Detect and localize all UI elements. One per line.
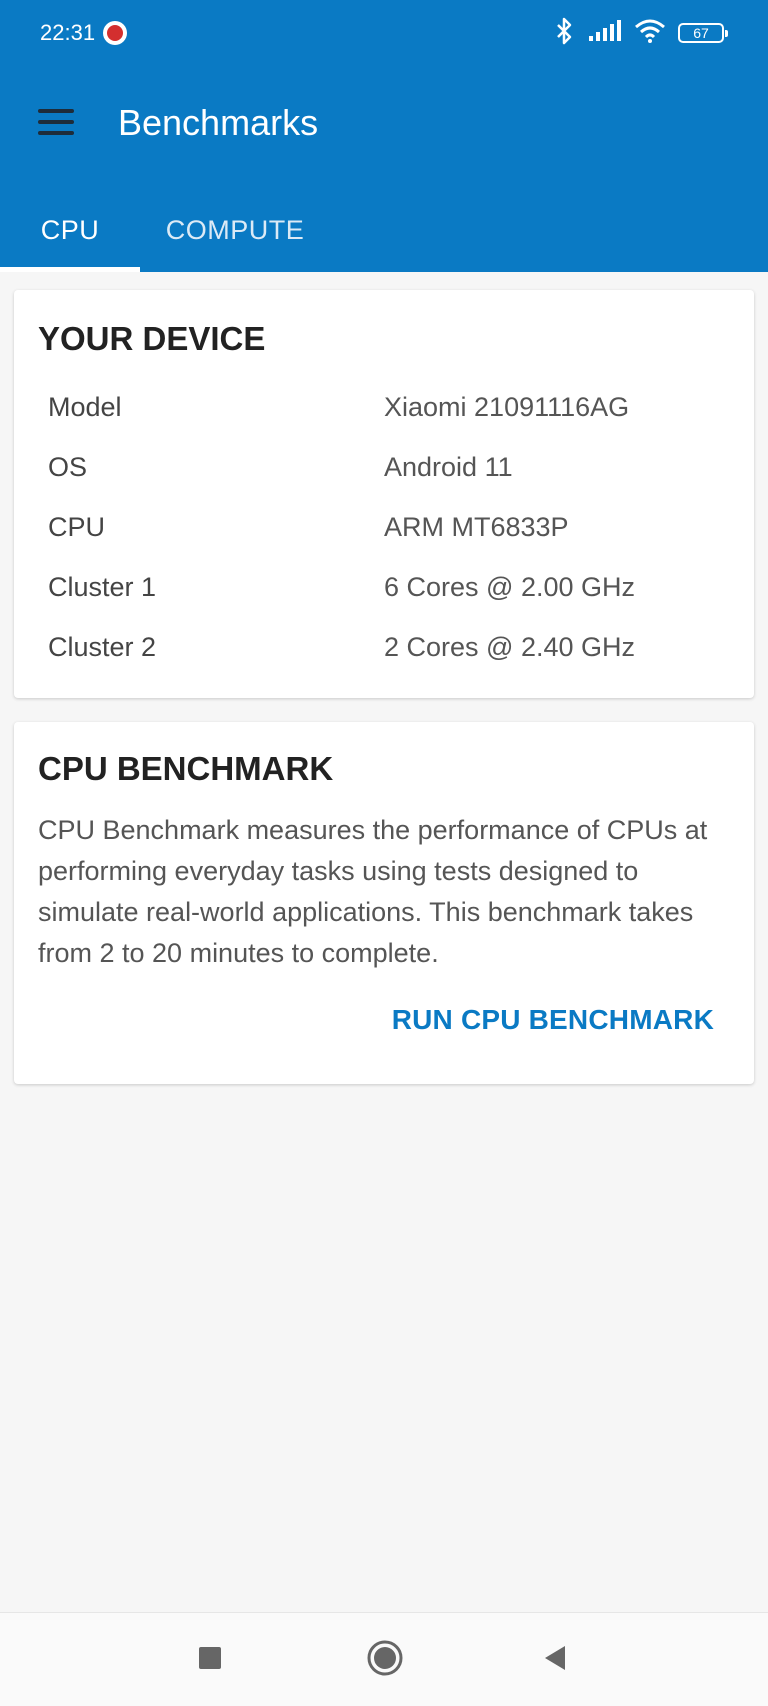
spec-label: CPU [48,512,106,542]
battery-icon: 67 [678,23,728,43]
status-time: 22:31 [40,20,96,45]
spec-row-cpu: CPU ARM MT6833P [14,512,754,552]
hamburger-menu-icon[interactable] [36,106,76,138]
spec-row-os: OS Android 11 [14,452,754,492]
spec-row-cluster-1: Cluster 1 6 Cores @ 2.00 GHz [14,572,754,612]
status-right: 67 [554,17,728,50]
device-info-card: YOUR DEVICE Model Xiaomi 21091116AG OS A… [14,290,754,698]
system-nav-bar [0,1612,768,1706]
status-left: 22:31 [40,20,128,46]
spec-value: 6 Cores @ 2.00 GHz [384,572,636,602]
recents-icon[interactable] [185,1633,235,1683]
spec-value: ARM MT6833P [384,512,569,542]
spec-row-model: Model Xiaomi 21091116AG [14,392,754,432]
spec-label: Cluster 1 [48,572,157,602]
cpu-benchmark-card: CPU BENCHMARK CPU Benchmark measures the… [14,722,754,1084]
back-icon[interactable] [530,1633,580,1683]
benchmark-card-title: CPU BENCHMARK [38,750,334,787]
app-bar: Benchmarks CPU COMPUTE [0,66,768,272]
benchmark-description: CPU Benchmark measures the performance o… [38,815,708,968]
device-card-title: YOUR DEVICE [38,320,266,357]
spec-value: Xiaomi 21091116AG [384,392,630,422]
wifi-icon [634,19,666,48]
tab-compute[interactable]: COMPUTE [140,188,330,272]
tab-bar: CPU COMPUTE [0,188,768,272]
home-icon[interactable] [360,1633,410,1683]
page-title: Benchmarks [118,102,319,143]
spec-label: Model [48,392,122,422]
spec-label: Cluster 2 [48,632,157,662]
notification-icon [103,21,128,45]
spec-value: Android 11 [384,452,513,482]
bluetooth-icon [554,17,576,50]
tab-cpu[interactable]: CPU [0,188,140,272]
run-cpu-benchmark-button[interactable]: RUN CPU BENCHMARK [392,1004,714,1036]
status-bar: 22:31 67 [0,0,768,66]
spec-row-cluster-2: Cluster 2 2 Cores @ 2.40 GHz [14,632,754,672]
signal-icon [588,19,622,47]
spec-label: OS [48,452,88,482]
spec-value: 2 Cores @ 2.40 GHz [384,632,636,662]
